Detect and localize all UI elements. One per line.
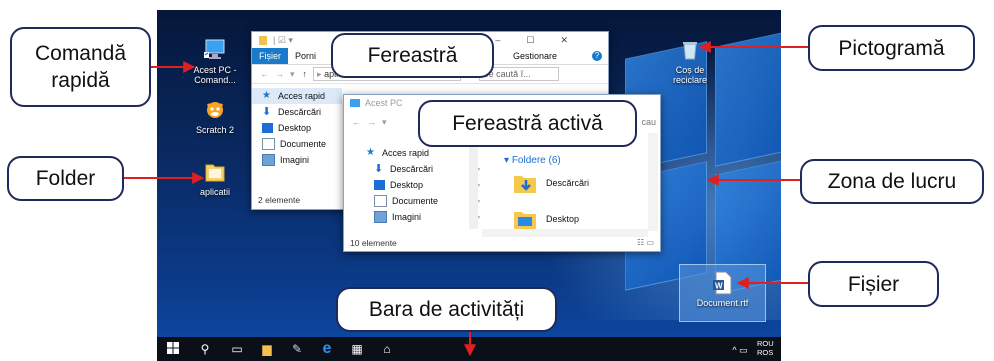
- callout-taskbar: Bara de activități: [336, 287, 557, 332]
- callout-file: Fișier: [808, 261, 939, 307]
- callout-window: Fereastră: [331, 33, 494, 78]
- callout-folder: Folder: [7, 156, 124, 201]
- callout-icon: Pictogramă: [808, 25, 975, 71]
- callout-active-window: Fereastră activă: [418, 100, 637, 147]
- callout-desktop-area: Zona de lucru: [800, 159, 984, 204]
- callout-shortcut: Comandă rapidă: [10, 27, 151, 107]
